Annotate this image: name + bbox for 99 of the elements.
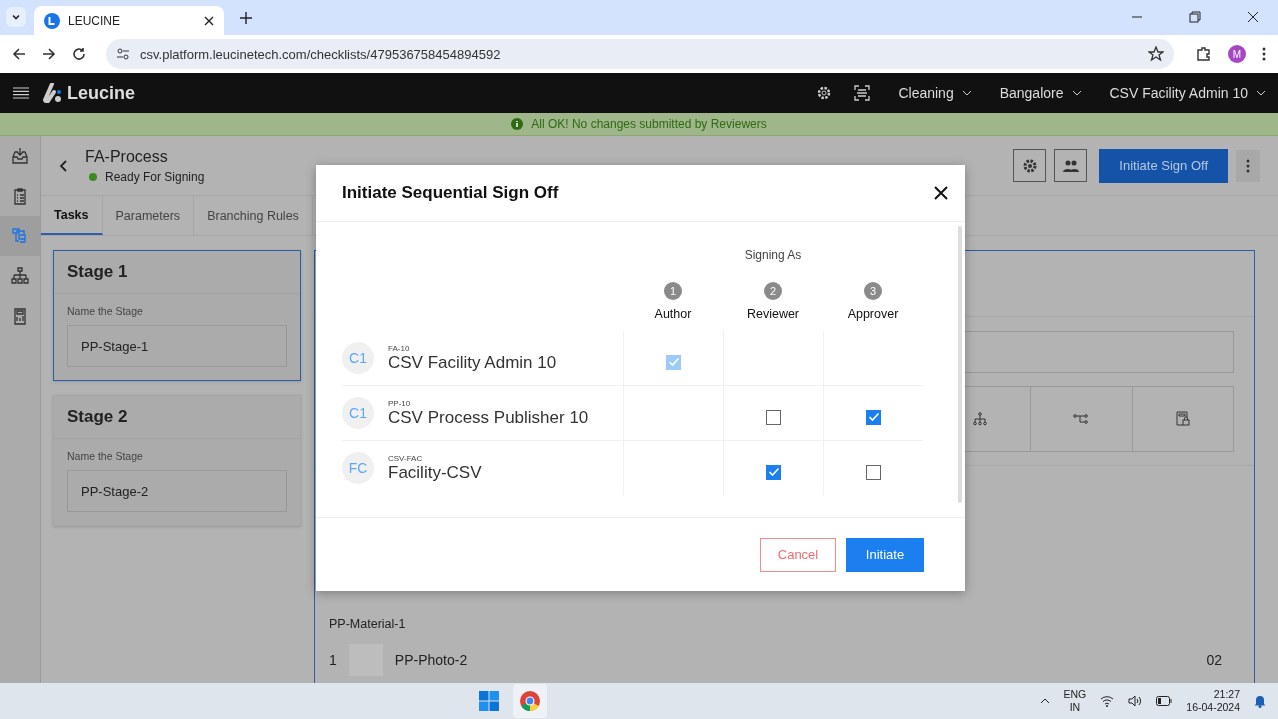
banner-text: All OK! No changes submitted by Reviewers	[531, 117, 767, 131]
browser-icon	[519, 691, 540, 711]
user-avatar: FC	[342, 452, 374, 484]
row-index: 1	[329, 652, 337, 668]
stage-name-field[interactable]: PP-Stage-2	[67, 470, 287, 512]
user-name: CSV Process Publisher 10	[388, 407, 589, 428]
site-logo-icon	[44, 12, 60, 29]
stage-name-field[interactable]: PP-Stage-1	[67, 325, 287, 367]
tab-list-button[interactable]	[6, 7, 26, 27]
forward-icon[interactable]	[42, 47, 56, 61]
role-checkbox[interactable]	[866, 409, 881, 425]
inbox-icon	[11, 147, 29, 165]
chevron-up-icon[interactable]	[1039, 698, 1050, 704]
initiate-button[interactable]: Initiate	[846, 537, 924, 572]
browser-tab[interactable]: LEUCINE	[34, 6, 224, 35]
header-dropdown[interactable]: Bangalore	[999, 85, 1082, 101]
settings-icon[interactable]	[816, 85, 833, 101]
role-label: Author	[654, 307, 692, 321]
hierarchy-icon	[11, 267, 29, 285]
dialog-title: Initiate Sequential Sign Off	[342, 183, 559, 203]
new-tab-icon[interactable]	[240, 12, 252, 24]
wifi-icon[interactable]	[1100, 695, 1115, 707]
flowchart-icon	[11, 227, 29, 245]
header-dropdown[interactable]: Cleaning	[898, 85, 972, 101]
hierarchy-icon[interactable]	[973, 412, 988, 426]
stage-title: Stage 1	[54, 251, 300, 294]
page-title: FA-Process	[85, 147, 169, 166]
reload-icon[interactable]	[72, 47, 86, 61]
stage-card[interactable]: Stage 2 Name the Stage PP-Stage-2	[53, 395, 301, 526]
close-window-icon[interactable]	[1247, 11, 1259, 23]
user-code: CSV-FAC	[388, 453, 424, 463]
role-label: Approver	[847, 307, 899, 321]
page-tab[interactable]: Parameters	[102, 196, 195, 235]
initiate-sign-off-button[interactable]: Initiate Sign Off	[1099, 148, 1228, 183]
step-number-badge: 3	[864, 282, 882, 300]
role-checkbox[interactable]	[866, 464, 881, 480]
stage-title: Stage 2	[54, 396, 300, 439]
user-name: Facility-CSV	[388, 462, 482, 483]
region-text[interactable]: IN	[1069, 701, 1081, 714]
battery-icon[interactable]	[1156, 696, 1173, 706]
role-label: Reviewer	[746, 307, 800, 321]
user-code: FA-10	[388, 343, 411, 353]
status-text: Ready For Signing	[105, 169, 205, 184]
field-label: Name the Stage	[67, 450, 144, 462]
back-icon[interactable]	[59, 159, 67, 172]
speaker-icon[interactable]	[1128, 695, 1143, 707]
windows-start-icon[interactable]	[478, 691, 499, 711]
url-text: csv.platform.leucinetech.com/checklists/479536758454894592	[140, 46, 501, 62]
field-label: Name the Stage	[67, 305, 144, 317]
user-avatar: C1	[342, 342, 374, 374]
caret-icon	[961, 90, 972, 96]
calculator-icon	[11, 307, 29, 325]
users-icon	[1061, 159, 1080, 172]
menu-icon[interactable]	[13, 87, 29, 99]
role-checkbox[interactable]	[766, 464, 781, 480]
scan-icon[interactable]	[854, 85, 871, 101]
user-code: PP-10	[388, 398, 412, 408]
close-tab-icon[interactable]	[204, 15, 214, 26]
role-checkbox[interactable]	[766, 409, 781, 425]
restore-icon[interactable]	[1189, 11, 1201, 23]
status-dot-icon	[89, 172, 97, 181]
clock-time[interactable]: 21:27	[1213, 688, 1240, 701]
language-text[interactable]: ENG	[1063, 688, 1087, 701]
step-number-badge: 1	[664, 282, 682, 300]
signing-as-label: Signing As	[743, 248, 803, 262]
material-name: PP-Material-1	[329, 617, 407, 631]
clock-date[interactable]: 16-04-2024	[1186, 701, 1240, 714]
header-dropdown[interactable]: CSV Facility Admin 10	[1109, 85, 1266, 101]
locked-document-icon[interactable]	[1175, 411, 1190, 427]
caret-icon	[1256, 90, 1266, 96]
page-tab[interactable]: Branching Rules	[194, 196, 313, 235]
logo-icon	[43, 83, 63, 103]
bookmark-star-icon[interactable]	[1148, 46, 1164, 62]
notification-bell-icon[interactable]	[1254, 694, 1266, 708]
info-icon	[511, 118, 524, 130]
app-logo-text: Leucine	[67, 82, 136, 104]
back-icon[interactable]	[12, 47, 26, 61]
scrollbar[interactable]	[958, 226, 962, 503]
browser-menu-icon[interactable]	[1262, 47, 1266, 61]
more-icon	[1246, 158, 1250, 173]
extensions-icon[interactable]	[1196, 46, 1212, 62]
users-button[interactable]	[1054, 149, 1088, 182]
caret-icon	[1071, 90, 1082, 96]
address-bar[interactable]: csv.platform.leucinetech.com/checklists/479536758454894592	[106, 39, 1174, 69]
settings-icon	[1021, 157, 1038, 174]
branch-icon[interactable]	[1073, 413, 1090, 425]
profile-avatar[interactable]: M	[1228, 45, 1246, 63]
user-avatar: C1	[342, 397, 374, 429]
clipboard-icon	[11, 187, 29, 205]
settings-button[interactable]	[1013, 149, 1047, 182]
quantity-text: 02	[1206, 652, 1222, 668]
user-name: CSV Facility Admin 10	[388, 352, 557, 373]
page-tab[interactable]: Tasks	[41, 196, 103, 235]
chrome-taskbar-button[interactable]	[512, 684, 547, 718]
step-number-badge: 2	[764, 282, 782, 300]
photo-name: PP-Photo-2	[394, 652, 468, 668]
close-icon[interactable]	[934, 186, 948, 200]
site-settings-icon[interactable]	[116, 48, 130, 60]
stage-card[interactable]: Stage 1 Name the Stage PP-Stage-1	[53, 250, 301, 381]
